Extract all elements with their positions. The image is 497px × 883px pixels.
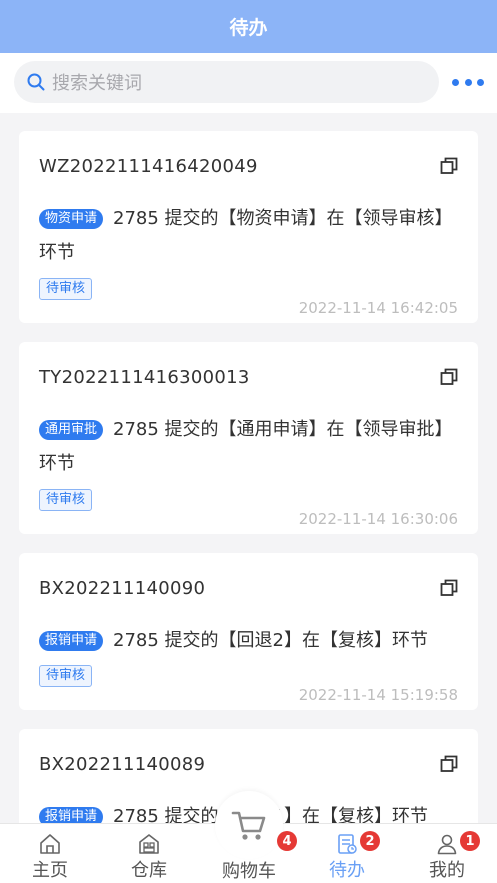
copy-icon[interactable] bbox=[440, 368, 458, 386]
todo-list: WZ2022111416420049 物资申请 2785 提交的【物资申请】在【领… bbox=[0, 113, 497, 823]
todo-badge: 2 bbox=[360, 831, 380, 851]
todo-card[interactable]: BX202211140090 报销申请 2785 提交的【回退2】在【复核】环节 … bbox=[19, 553, 478, 710]
tab-label: 购物车 bbox=[222, 861, 276, 882]
warehouse-icon bbox=[139, 834, 159, 854]
tab-label: 仓库 bbox=[131, 860, 167, 881]
type-tag: 通用审批 bbox=[39, 420, 104, 440]
todo-card[interactable]: WZ2022111416420049 物资申请 2785 提交的【物资申请】在【领… bbox=[19, 131, 478, 323]
home-icon bbox=[40, 834, 60, 854]
type-tag: 报销申请 bbox=[39, 631, 104, 651]
todo-time: 2022-11-14 15:19:58 bbox=[298, 686, 458, 704]
todo-icon bbox=[338, 834, 357, 854]
more-icon[interactable] bbox=[452, 75, 484, 89]
tab-label: 待办 bbox=[329, 860, 365, 881]
top-header: 待办 bbox=[0, 0, 497, 53]
tab-label: 主页 bbox=[32, 860, 68, 881]
tab-home[interactable]: 主页 bbox=[20, 824, 80, 883]
tab-label: 我的 bbox=[429, 860, 465, 881]
search-placeholder: 搜索关键词 bbox=[52, 73, 142, 94]
search-input[interactable]: 搜索关键词 bbox=[14, 61, 439, 103]
todo-description: 物资申请 2785 提交的【物资申请】在【领导审核】环节 bbox=[39, 202, 459, 270]
copy-icon[interactable] bbox=[440, 157, 458, 175]
cart-badge: 4 bbox=[277, 831, 297, 851]
todo-description: 报销申请 2785 提交的【回退2】在【复核】环节 bbox=[39, 624, 459, 658]
user-icon bbox=[437, 834, 457, 855]
type-tag: 物资申请 bbox=[39, 209, 104, 229]
bottom-tabbar: 主页 仓库 购物车 4 待办 2 我的 1 bbox=[0, 791, 497, 883]
page-title: 待办 bbox=[229, 17, 268, 39]
tab-warehouse[interactable]: 仓库 bbox=[119, 824, 179, 883]
status-tag: 待审核 bbox=[39, 665, 93, 687]
todo-code: WZ2022111416420049 bbox=[39, 156, 258, 177]
type-tag: 报销申请 bbox=[39, 807, 104, 823]
todo-description: 通用审批 2785 提交的【通用申请】在【领导审批】环节 bbox=[39, 413, 459, 481]
todo-code: TY2022111416300013 bbox=[39, 367, 250, 388]
todo-card[interactable]: TY2022111416300013 通用审批 2785 提交的【通用申请】在【领… bbox=[19, 342, 478, 534]
todo-code: BX202211140090 bbox=[39, 578, 206, 599]
copy-icon[interactable] bbox=[440, 755, 458, 773]
tab-cart[interactable]: 购物车 bbox=[213, 824, 285, 883]
todo-time: 2022-11-14 16:30:06 bbox=[298, 510, 458, 528]
copy-icon[interactable] bbox=[440, 579, 458, 597]
todo-code: BX202211140089 bbox=[39, 754, 206, 775]
todo-time: 2022-11-14 16:42:05 bbox=[298, 299, 458, 317]
search-icon bbox=[27, 73, 45, 91]
status-tag: 待审核 bbox=[39, 278, 93, 300]
todo-text: 2785 提交的【回退2】在【复核】环节 bbox=[113, 630, 428, 651]
search-bar: 搜索关键词 bbox=[0, 53, 497, 113]
mine-badge: 1 bbox=[460, 831, 480, 851]
status-tag: 待审核 bbox=[39, 489, 93, 511]
